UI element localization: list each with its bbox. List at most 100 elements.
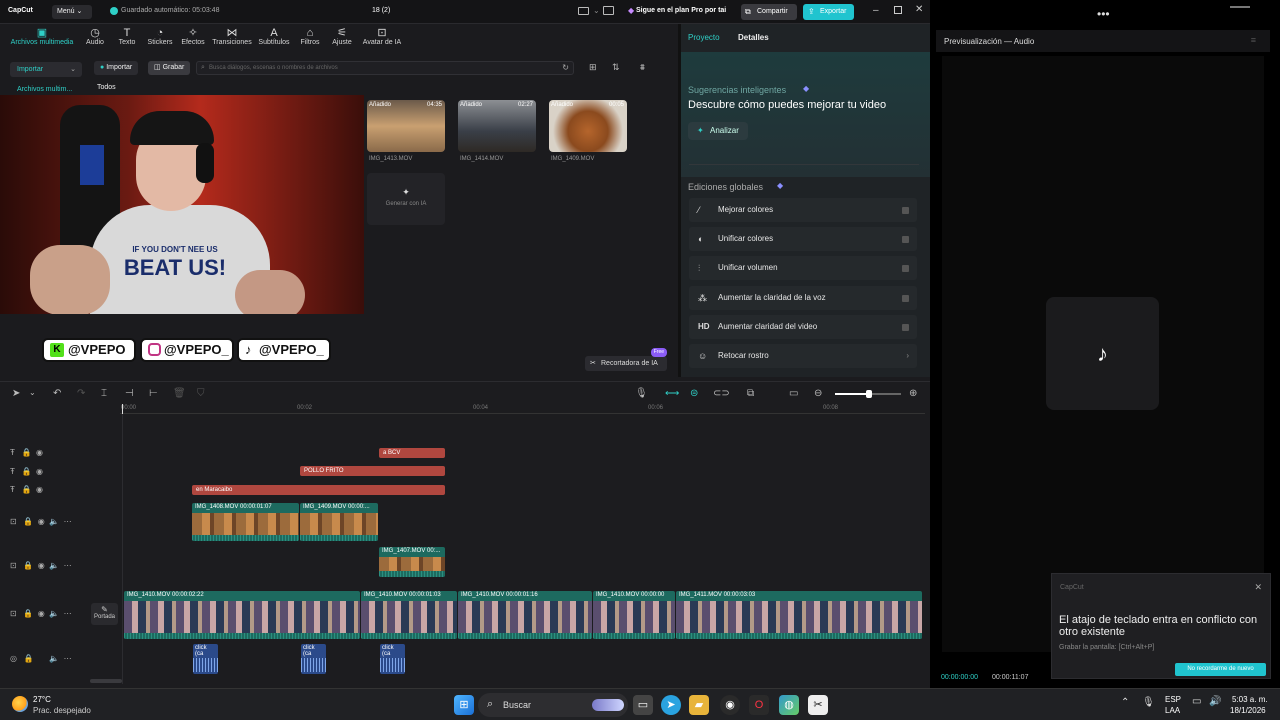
eye-icon[interactable]: ◉ <box>36 467 43 476</box>
ai-recorder-button[interactable]: ✂ Recortadora de IA Free <box>585 348 667 371</box>
sidebar-item-media[interactable]: Archivos multim... <box>17 86 72 93</box>
tab-details[interactable]: Detalles <box>738 33 769 42</box>
microphone-icon[interactable]: 🎙 <box>1142 697 1155 708</box>
lock-icon[interactable]: 🔒 <box>22 448 32 457</box>
speaker-icon[interactable]: 🔈 <box>49 517 59 526</box>
sort-icon[interactable]: ⇅ <box>612 62 620 73</box>
audio-clip[interactable]: click (ca <box>380 644 405 674</box>
tab-project[interactable]: Proyecto <box>688 33 720 42</box>
volume-icon[interactable]: 🔊 <box>1209 696 1221 707</box>
main-video-clip[interactable]: IMG_1410.MOV 00:00:01:16 <box>458 591 592 639</box>
edit-enhance-colors[interactable]: ⁄ Mejorar colores <box>689 198 917 222</box>
keyboard-layout[interactable]: LAA <box>1165 706 1180 715</box>
undo-icon[interactable]: ↶ <box>53 388 61 399</box>
filter-icon[interactable]: ⩩ <box>640 62 645 73</box>
speaker-icon[interactable]: 🔈 <box>49 654 59 663</box>
toggle[interactable] <box>902 207 909 214</box>
more-icon[interactable]: ⋯ <box>64 654 72 663</box>
export-button[interactable]: ⇪ Exportar <box>803 4 854 20</box>
eye-icon[interactable]: ◉ <box>38 609 45 618</box>
audio-clip[interactable]: click (ca <box>193 644 218 674</box>
tool-ai-avatar[interactable]: ⊡ Avatar de IA <box>360 27 404 46</box>
edit-unify-colors[interactable]: ◐ Unificar colores <box>689 227 917 251</box>
menu-button[interactable]: Menú ⌄ <box>52 5 92 19</box>
telegram-icon[interactable]: ➤ <box>661 695 681 715</box>
horizontal-scrollbar[interactable] <box>90 679 122 683</box>
more-icon[interactable]: ⋯ <box>64 561 72 570</box>
zoom-slider[interactable] <box>835 390 901 398</box>
tool-effects[interactable]: ✧ Efectos <box>178 27 208 46</box>
lock-icon[interactable]: 🔒 <box>24 654 34 663</box>
toggle[interactable] <box>902 295 909 302</box>
opera-icon[interactable]: O <box>749 695 769 715</box>
eye-icon[interactable]: ◉ <box>36 485 43 494</box>
split-icon[interactable]: ⌶ <box>101 388 107 399</box>
caption-icon[interactable]: ▭ <box>789 388 798 399</box>
tool-audio[interactable]: ◷ Audio <box>79 27 111 46</box>
dont-remind-button[interactable]: No recordarme de nuevo <box>1175 663 1266 676</box>
video-clip[interactable]: IMG_1409.MOV 00:00:... <box>300 503 378 541</box>
menu-icon[interactable]: ≡ <box>1251 35 1256 45</box>
edit-retouch-face[interactable]: ☺ Retocar rostro › <box>689 344 917 368</box>
eye-icon[interactable]: ◉ <box>38 517 45 526</box>
close-icon[interactable]: ✕ <box>1254 582 1262 593</box>
minimize-icon[interactable]: – <box>873 5 879 16</box>
video-clip[interactable]: IMG_1407.MOV 00:... <box>379 547 445 577</box>
analyze-button[interactable]: ✦ Analizar <box>688 122 748 140</box>
shortcuts-icon[interactable] <box>603 6 614 15</box>
main-video-clip[interactable]: IMG_1410.MOV 00:00:02:22 <box>124 591 360 639</box>
layout-icon[interactable] <box>578 7 589 15</box>
weather-icon[interactable] <box>12 696 28 712</box>
clock-date[interactable]: 18/1/2026 <box>1230 706 1266 715</box>
text-clip[interactable]: en Maracaibo <box>192 485 445 495</box>
more-icon[interactable]: ⋯ <box>64 609 72 618</box>
audio-clip[interactable]: click (ca <box>301 644 326 674</box>
import-button[interactable]: ● Importar <box>94 61 139 75</box>
edit-voice-clarity[interactable]: ⁂ Aumentar la claridad de la voz <box>689 286 917 310</box>
main-video-clip[interactable]: IMG_1410.MOV 00:00:01:03 <box>361 591 457 639</box>
filter-all[interactable]: Todos <box>97 84 116 91</box>
language-code[interactable]: ESP <box>1165 695 1181 704</box>
toggle[interactable] <box>902 265 909 272</box>
microphone-icon[interactable]: 🎙 <box>635 388 648 399</box>
media-item[interactable]: Añadido 02:27 <box>458 100 536 152</box>
tool-adjust[interactable]: ⚟ Ajuste <box>327 27 357 46</box>
text-clip[interactable]: a BCV <box>379 448 445 458</box>
delete-icon[interactable]: 🗑 <box>173 388 186 399</box>
edit-video-clarity[interactable]: HD Aumentar claridad del video <box>689 315 917 339</box>
windows-start-icon[interactable]: ⊞ <box>454 695 474 715</box>
magnet-icon[interactable]: ⊜ <box>690 388 698 399</box>
generate-ai-card[interactable]: ✦ Generar con IA <box>367 173 445 225</box>
more-icon[interactable]: ••• <box>1097 8 1110 20</box>
zoom-out-icon[interactable]: ⊖ <box>814 388 822 399</box>
grid-view-icon[interactable]: ⊞ <box>589 62 597 73</box>
browser-icon[interactable]: ◍ <box>779 695 799 715</box>
task-view-icon[interactable]: ▭ <box>633 695 653 715</box>
capcut-taskbar-icon[interactable]: ✂ <box>808 695 828 715</box>
pro-promo[interactable]: Sigue en el plan Pro por tai <box>636 7 726 14</box>
main-video-clip[interactable]: IMG_1411.MOV 00:00:03:03 <box>676 591 922 639</box>
tool-media[interactable]: ▣ Archivos multimedia <box>6 27 78 46</box>
close-icon[interactable]: ✕ <box>915 4 923 15</box>
cover-button[interactable]: ✎ Portada <box>91 603 118 625</box>
file-explorer-icon[interactable]: ▰ <box>689 695 709 715</box>
shield-icon[interactable]: ⛉ <box>197 388 205 399</box>
main-video-clip[interactable]: IMG_1410.MOV 00:00:00 <box>593 591 675 639</box>
speaker-icon[interactable]: 🔈 <box>49 561 59 570</box>
tool-text[interactable]: T Texto <box>112 27 142 46</box>
zoom-slider-handle[interactable] <box>866 390 872 398</box>
text-clip[interactable]: POLLO FRITO <box>300 466 445 476</box>
record-button[interactable]: ◫ Grabar <box>148 61 191 75</box>
media-item[interactable]: Añadido 00:05 <box>549 100 627 152</box>
eye-icon[interactable]: ◉ <box>36 448 43 457</box>
toggle[interactable] <box>902 324 909 331</box>
taskbar-search[interactable]: ⌕ Buscar <box>478 693 628 717</box>
cursor-tool-icon[interactable]: ➤ <box>12 388 20 399</box>
chevron-up-icon[interactable]: ⌃ <box>1121 697 1129 708</box>
tool-stickers[interactable]: ◔ Stickers <box>143 27 177 46</box>
refresh-icon[interactable]: ↻ <box>562 63 569 72</box>
obs-icon[interactable]: ◉ <box>720 695 740 715</box>
lock-icon[interactable]: 🔒 <box>22 485 32 494</box>
split-left-icon[interactable]: ⊣ <box>125 388 134 399</box>
edit-unify-volume[interactable]: ⫶ Unificar volumen <box>689 256 917 280</box>
